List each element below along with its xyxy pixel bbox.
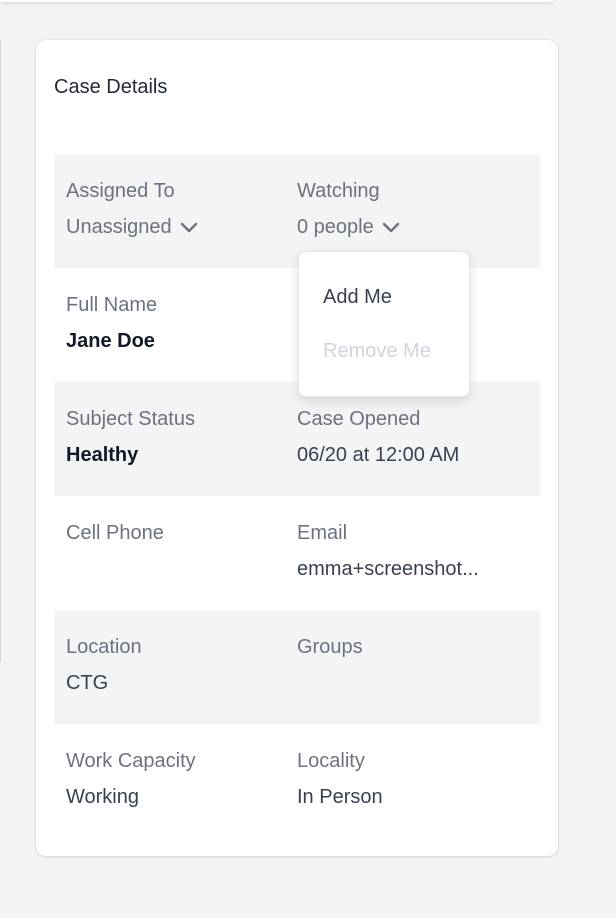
work-capacity-label: Work Capacity [66,750,196,772]
email-value: emma+screenshot... [297,558,479,580]
location-label: Location [66,636,142,658]
assigned-to-dropdown[interactable]: Unassigned [66,214,198,240]
watching-dropdown[interactable]: 0 people [297,214,400,240]
full-name-value: Jane Doe [66,330,155,352]
location-value: CTG [66,672,109,694]
chevron-down-icon [382,222,399,233]
work-capacity-field: Work Capacity Working [66,748,196,810]
locality-label: Locality [297,750,365,772]
assigned-to-label: Assigned To [66,180,175,202]
full-name-label: Full Name [66,294,158,316]
email-label: Email [297,522,348,544]
watching-field: Watching 0 people [297,178,400,240]
location-field: Location CTG [66,634,142,696]
email-field: Email emma+screenshot... [297,520,479,582]
work-capacity-value: Working [66,786,139,808]
details-row-contact: Cell Phone Email emma+screenshot... [54,496,540,610]
groups-field: Groups [297,634,363,670]
details-row-work: Work Capacity Working Locality In Person [54,724,540,838]
details-row-assignment: Assigned To Unassigned Watching 0 people [54,154,540,268]
top-card-edge [0,0,553,2]
case-opened-field: Case Opened 06/20 at 12:00 AM [297,406,459,468]
case-opened-label: Case Opened [297,408,421,430]
assigned-to-value: Unassigned [66,216,172,238]
details-row-status: Subject Status Healthy Case Opened 06/20… [54,382,540,496]
cell-phone-label: Cell Phone [66,522,164,544]
subject-status-value: Healthy [66,444,139,466]
watching-value: 0 people [297,216,374,238]
locality-value: In Person [297,786,383,808]
details-row-location: Location CTG Groups [54,610,540,724]
watching-dropdown-menu: Add Me Remove Me [298,251,470,397]
locality-field: Locality In Person [297,748,383,810]
add-me-menu-item[interactable]: Add Me [323,284,392,310]
case-details-card: Case Details Assigned To Unassigned Watc… [36,40,558,856]
full-name-field: Full Name Jane Doe [66,292,157,354]
subject-status-field: Subject Status Healthy [66,406,195,468]
groups-label: Groups [297,636,363,658]
watching-label: Watching [297,180,380,202]
cell-phone-field: Cell Phone [66,520,164,556]
card-title: Case Details [54,76,168,98]
remove-me-menu-item: Remove Me [323,340,431,362]
assigned-to-field: Assigned To Unassigned [66,178,198,240]
chevron-down-icon [180,222,197,233]
left-panel-edge [0,40,1,662]
case-opened-value: 06/20 at 12:00 AM [297,444,460,466]
subject-status-label: Subject Status [66,408,195,430]
